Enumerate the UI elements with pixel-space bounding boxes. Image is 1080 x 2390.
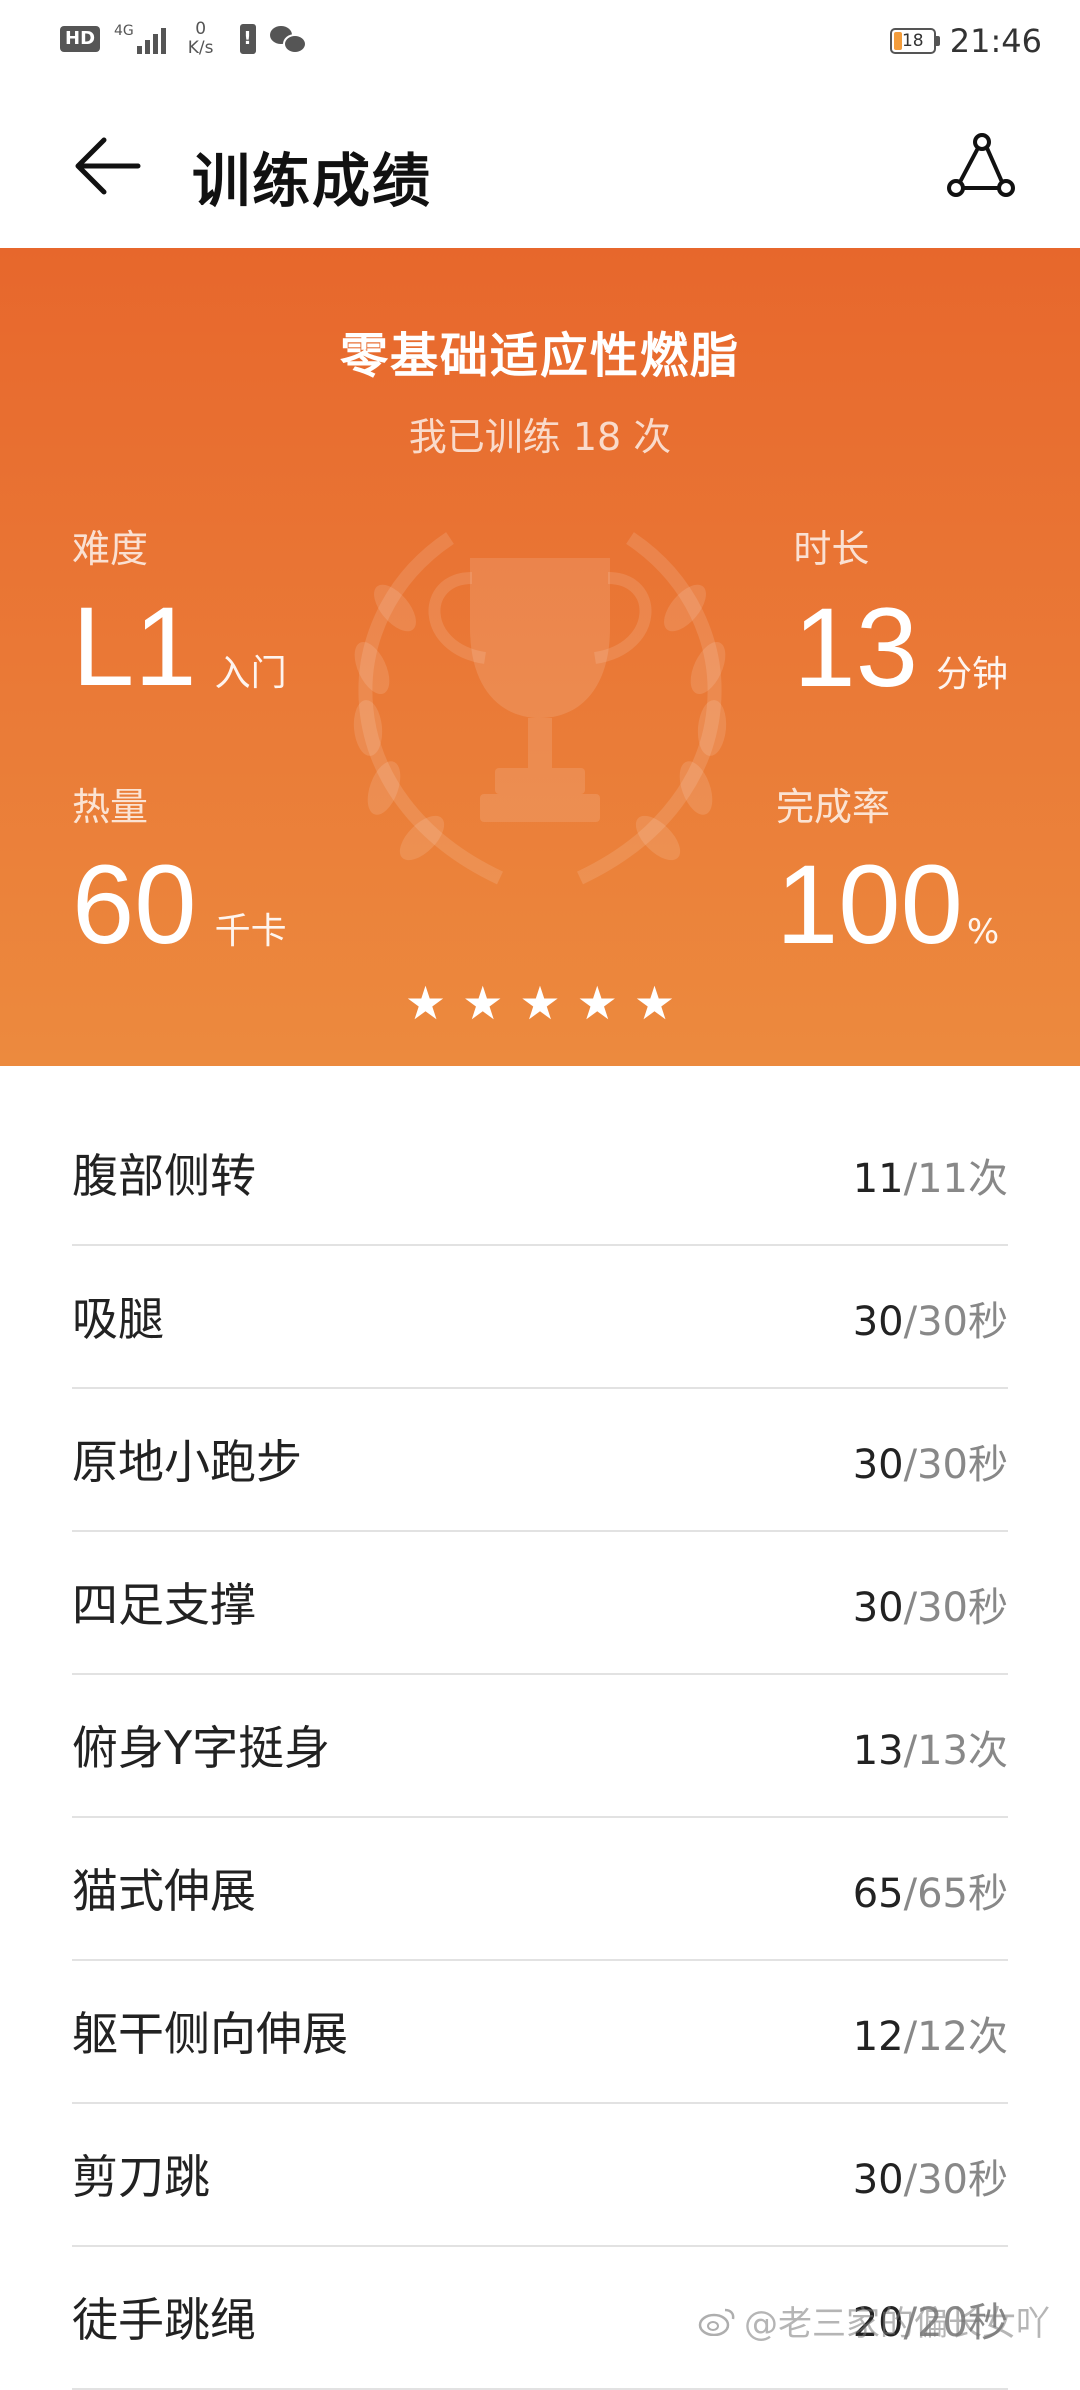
exercise-row[interactable]: 四足支撑 30/30秒	[72, 1532, 1008, 1675]
stat-unit: 入门	[214, 653, 287, 694]
exercise-separator: /	[903, 1442, 918, 1488]
exercise-done: 30	[852, 1442, 904, 1488]
exercise-name: 躯干侧向伸展	[72, 2007, 348, 2061]
exercise-progress: 65/65秒	[853, 1861, 1008, 1919]
exercise-row[interactable]: 躯干侧向伸展 12/12次	[72, 1961, 1008, 2104]
alert-icon: !	[239, 24, 256, 54]
exercise-row[interactable]: 腹部侧转 11/11次	[72, 1066, 1008, 1246]
hd-icon: HD	[60, 26, 101, 52]
stat-calories: 热量 60 千卡	[72, 776, 287, 961]
stat-duration: 时长 13 分钟	[793, 518, 1008, 704]
network-type: 4G	[114, 23, 134, 39]
exercise-row[interactable]: 原地小跑步 30/30秒	[72, 1389, 1008, 1532]
stat-label: 热量	[72, 785, 149, 829]
stat-difficulty: 难度 L1 入门	[72, 518, 287, 703]
exercise-name: 猫式伸展	[72, 1864, 256, 1918]
exercise-target: 11次	[917, 1156, 1008, 1202]
stat-completion: 完成率 100 %	[776, 776, 1008, 961]
star-icon: ★	[576, 976, 618, 1030]
exercise-progress: 13/13次	[853, 1718, 1008, 1776]
stat-value: L1	[72, 584, 197, 709]
share-button[interactable]	[942, 128, 1018, 204]
exercise-separator: /	[903, 2014, 918, 2060]
stat-value: 100	[776, 842, 963, 967]
star-icon: ★	[404, 976, 447, 1030]
weibo-icon	[698, 2308, 735, 2336]
stat-unit: 千卡	[214, 911, 287, 952]
exercise-progress: 30/30秒	[853, 2147, 1008, 2205]
stat-label: 时长	[793, 527, 870, 571]
exercise-target: 30秒	[917, 1442, 1008, 1488]
weibo-watermark: @老三家的偏长女吖	[698, 2296, 1050, 2345]
exercise-row[interactable]: 剪刀跳 30/30秒	[72, 2104, 1008, 2247]
exercise-name: 剪刀跳	[72, 2150, 210, 2204]
speed-unit: K/s	[187, 38, 214, 58]
signal-icon: 4G	[114, 24, 166, 54]
star-icon: ★	[633, 976, 676, 1030]
exercise-separator: /	[903, 2157, 918, 2203]
clock: 21:46	[949, 22, 1042, 60]
app-header: 训练成绩	[0, 84, 1080, 248]
exercise-done: 65	[852, 1871, 904, 1917]
exercise-separator: /	[903, 1156, 918, 1202]
train-count: 我已训练 18 次	[408, 415, 672, 459]
exercise-progress: 30/30秒	[853, 1289, 1008, 1347]
exercise-target: 65秒	[917, 1871, 1008, 1917]
back-arrow-icon	[75, 137, 141, 195]
exercise-target: 30秒	[917, 2157, 1008, 2203]
route-share-icon	[947, 133, 1015, 197]
exercise-done: 12	[852, 2014, 904, 2060]
exercise-separator: /	[903, 1585, 918, 1631]
stat-unit: %	[966, 912, 1000, 952]
stat-value: 13	[793, 585, 918, 710]
battery-icon: 18	[889, 28, 936, 54]
exercise-done: 30	[852, 1299, 904, 1345]
exercise-list: 腹部侧转 11/11次 吸腿 30/30秒 原地小跑步 30/30秒 四足支撑 30/30秒俯…	[72, 1066, 1008, 2390]
exercise-separator: /	[903, 1871, 918, 1917]
star-icon: ★	[519, 976, 561, 1030]
exercise-separator: /	[903, 1299, 918, 1345]
speed-value: 0	[195, 19, 207, 39]
exercise-row[interactable]: 俯身Y字挺身 13/13次	[72, 1675, 1008, 1818]
exercise-progress: 12/12次	[853, 2004, 1008, 2062]
program-name: 零基础适应性燃脂	[339, 328, 740, 384]
exercise-name: 徒手跳绳	[72, 2293, 256, 2347]
exercise-name: 腹部侧转	[72, 1149, 256, 1203]
exercise-target: 30秒	[917, 1299, 1008, 1345]
status-bar: HD 4G 0 K/s ! 18 21:46	[0, 0, 1080, 84]
exercise-target: 30秒	[917, 1585, 1008, 1631]
exercise-progress: 30/30秒	[853, 1575, 1008, 1633]
exercise-name: 俯身Y字挺身	[72, 1721, 331, 1775]
stat-label: 完成率	[776, 785, 891, 829]
stat-value: 60	[72, 842, 197, 967]
network-speed: 0 K/s	[188, 20, 214, 58]
exercise-target: 12次	[917, 2014, 1008, 2060]
stat-unit: 分钟	[935, 654, 1008, 695]
summary-card: 零基础适应性燃脂 我已训练 18 次 难度 L1 入门 时长 13 分钟 热量 …	[0, 248, 1080, 1066]
exercise-done: 30	[852, 2157, 904, 2203]
battery-level: 18	[901, 31, 924, 51]
watermark-text: @老三家的偏长女吖	[744, 2304, 1050, 2344]
exercise-name: 吸腿	[72, 1292, 164, 1346]
exercise-name: 四足支撑	[72, 1578, 256, 1632]
exercise-row[interactable]: 吸腿 30/30秒	[72, 1246, 1008, 1389]
wechat-icon	[269, 24, 307, 54]
exercise-done: 30	[852, 1585, 904, 1631]
exercise-separator: /	[903, 1728, 918, 1774]
exercise-progress: 30/30秒	[853, 1432, 1008, 1490]
page-title: 训练成绩	[192, 147, 433, 215]
exercise-row[interactable]: 猫式伸展 65/65秒	[72, 1818, 1008, 1961]
star-rating: ★ ★ ★ ★ ★	[0, 976, 1080, 1030]
exercise-progress: 11/11次	[853, 1146, 1008, 1204]
trophy-icon	[353, 532, 727, 885]
exercise-done: 11	[852, 1156, 904, 1202]
stat-label: 难度	[72, 527, 149, 571]
back-button[interactable]	[70, 128, 146, 204]
exercise-name: 原地小跑步	[72, 1435, 302, 1489]
exercise-target: 13次	[917, 1728, 1008, 1774]
exercise-done: 13	[852, 1728, 904, 1774]
star-icon: ★	[462, 976, 504, 1030]
